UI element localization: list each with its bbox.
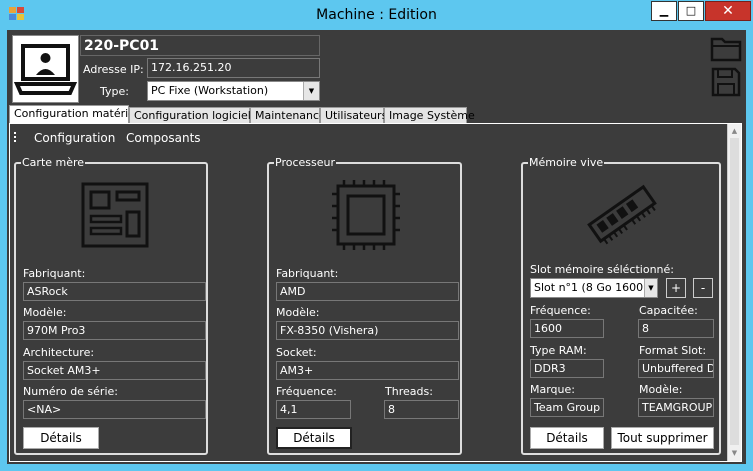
memory-format-label: Format Slot:: [639, 344, 707, 357]
processor-threads-field[interactable]: 8: [384, 400, 459, 419]
type-label: Type:: [100, 85, 129, 98]
processor-frequency-label: Fréquence:: [276, 385, 337, 398]
motherboard-manufacturer-field[interactable]: ASRock: [23, 282, 206, 301]
title-bar: Machine : Edition ▁ □ ✕: [0, 0, 753, 30]
motherboard-group: Carte mère Fabriquant: ASRock Modèle: 97…: [14, 156, 208, 455]
add-slot-button[interactable]: +: [666, 278, 686, 298]
motherboard-model-label: Modèle:: [23, 306, 67, 319]
motherboard-serial-field[interactable]: <NA>: [23, 400, 206, 419]
memory-frequency-label: Fréquence:: [530, 304, 591, 317]
memory-brand-field[interactable]: Team Group: [530, 398, 604, 417]
processor-manufacturer-field[interactable]: AMD: [276, 282, 459, 301]
tab-panel: Configuration Composants ▲ ▼ Carte mère …: [9, 123, 742, 462]
processor-title: Processeur: [274, 156, 336, 169]
motherboard-icon: [79, 180, 151, 250]
user-laptop-icon: [12, 35, 79, 103]
memory-model-label: Modèle:: [639, 383, 683, 396]
folder-icon[interactable]: [710, 33, 742, 63]
memory-slot-select[interactable]: Slot n°1 (8 Go 1600 M ▼: [530, 278, 658, 298]
type-select[interactable]: PC Fixe (Workstation) ▼: [147, 81, 320, 101]
motherboard-model-field[interactable]: 970M Pro3: [23, 321, 206, 340]
processor-model-field[interactable]: FX-8350 (Vishera): [276, 321, 459, 340]
memory-format-field[interactable]: Unbuffered DII: [638, 359, 714, 378]
memory-slot-value: Slot n°1 (8 Go 1600 M: [534, 281, 657, 294]
processor-threads-label: Threads:: [385, 385, 433, 398]
tab-configuration-materielle[interactable]: Configuration matérielle: [9, 105, 148, 124]
minimize-button[interactable]: ▁: [651, 1, 677, 21]
window-title: Machine : Edition: [316, 7, 437, 23]
tab-image-systeme[interactable]: Image Système: [384, 107, 475, 124]
motherboard-manufacturer-label: Fabriquant:: [23, 267, 86, 280]
tab-configuration-logicielle[interactable]: Configuration logicielle: [129, 107, 261, 124]
motherboard-architecture-label: Architecture:: [23, 346, 95, 359]
window-client: 220-PC01 Adresse IP: 172.16.251.20 Type:…: [7, 30, 746, 464]
ram-icon: [585, 182, 659, 246]
memory-title: Mémoire vive: [528, 156, 605, 169]
machine-name-field[interactable]: 220-PC01: [80, 35, 320, 56]
chevron-down-icon: ▼: [303, 82, 319, 100]
motherboard-architecture-field[interactable]: Socket AM3+: [23, 361, 206, 380]
motherboard-serial-label: Numéro de série:: [23, 385, 118, 398]
delete-all-button[interactable]: Tout supprimer: [611, 427, 714, 449]
processor-socket-field[interactable]: AM3+: [276, 361, 459, 380]
scroll-thumb[interactable]: [730, 138, 739, 445]
memory-brand-label: Marque:: [530, 383, 575, 396]
memory-slot-label: Slot mémoire séléctionné:: [530, 263, 674, 276]
motherboard-title: Carte mère: [21, 156, 86, 169]
memory-model-field[interactable]: TEAMGROUP: [638, 398, 714, 417]
scroll-up-icon[interactable]: ▲: [728, 124, 741, 138]
memory-capacity-field[interactable]: 8: [638, 319, 714, 338]
memory-type-label: Type RAM:: [530, 344, 587, 357]
tab-maintenance[interactable]: Maintenance: [250, 107, 326, 124]
memory-frequency-field[interactable]: 1600: [530, 319, 604, 338]
vertical-scrollbar[interactable]: ▲ ▼: [727, 124, 741, 461]
remove-slot-button[interactable]: -: [693, 278, 713, 298]
processor-socket-label: Socket:: [276, 346, 317, 359]
memory-type-field[interactable]: DDR3: [530, 359, 604, 378]
close-button[interactable]: ✕: [705, 1, 751, 21]
subnav-composants[interactable]: Composants: [126, 131, 201, 145]
processor-manufacturer-label: Fabriquant:: [276, 267, 339, 280]
ip-label: Adresse IP:: [83, 63, 144, 76]
maximize-button[interactable]: □: [678, 1, 704, 21]
ip-field[interactable]: 172.16.251.20: [147, 58, 320, 78]
type-select-value: PC Fixe (Workstation): [151, 84, 269, 97]
cpu-icon: [330, 178, 402, 252]
tab-utilisateurs[interactable]: Utilisateurs: [320, 107, 387, 124]
motherboard-details-button[interactable]: Détails: [23, 427, 99, 449]
memory-group: Mémoire vive Slot mémoire séléctionné: S…: [521, 156, 721, 455]
memory-capacity-label: Capacitée:: [639, 304, 698, 317]
memory-details-button[interactable]: Détails: [530, 427, 604, 449]
chevron-down-icon: ▼: [644, 279, 657, 297]
scroll-down-icon[interactable]: ▼: [728, 446, 741, 460]
processor-model-label: Modèle:: [276, 306, 320, 319]
grip-icon[interactable]: [14, 132, 17, 142]
processor-group: Processeur Fabriquant: AMD Modèle: FX-83…: [267, 156, 462, 455]
save-icon[interactable]: [710, 66, 742, 98]
processor-frequency-field[interactable]: 4,1: [276, 400, 351, 419]
processor-details-button[interactable]: Détails: [276, 427, 352, 449]
subnav-configuration[interactable]: Configuration: [34, 131, 115, 145]
